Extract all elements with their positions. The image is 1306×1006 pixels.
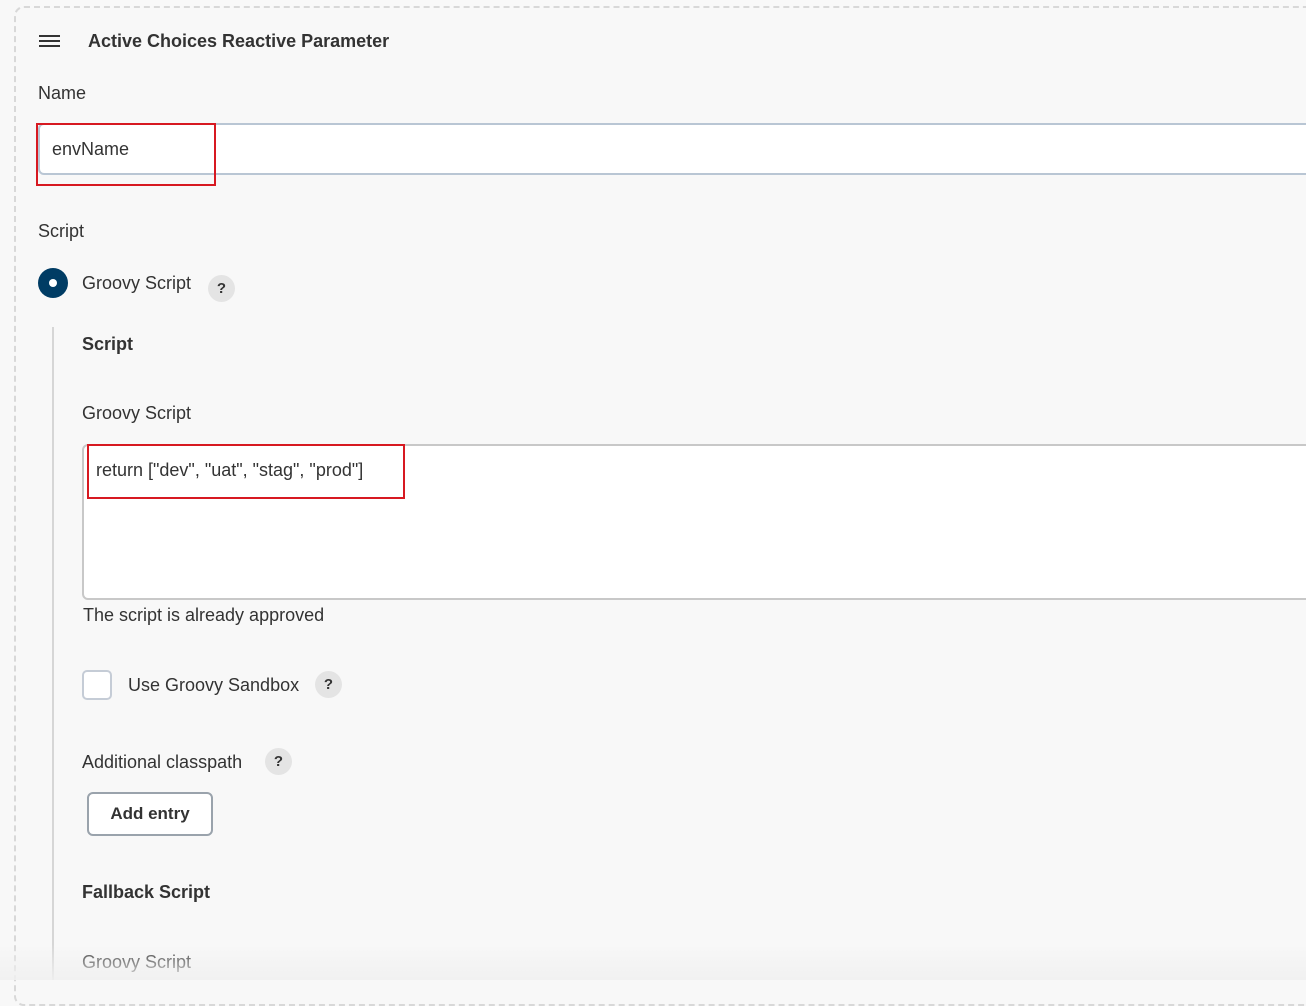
groovy-script-label: Groovy Script [82,403,192,423]
name-input[interactable] [38,123,1306,175]
groovy-sandbox-checkbox[interactable] [82,670,112,700]
groovy-script-option-label[interactable]: Groovy Script [82,273,191,294]
sandbox-help-icon[interactable]: ? [315,671,342,698]
groovy-script-textarea[interactable]: return ["dev", "uat", "stag", "prod"] [82,444,1306,600]
fallback-script-heading: Fallback Script [82,882,211,902]
groovy-script-radio[interactable] [38,268,68,298]
approval-status-text: The script is already approved [83,605,325,625]
add-entry-button[interactable]: Add entry [87,792,213,836]
nested-section-divider [52,327,54,980]
groovy-sandbox-label[interactable]: Use Groovy Sandbox [128,675,299,696]
parameter-title: Active Choices Reactive Parameter [88,31,390,51]
script-heading: Script [82,334,134,354]
groovy-script-help-icon[interactable]: ? [208,275,235,302]
fallback-groovy-script-label: Groovy Script [82,952,192,972]
additional-classpath-label: Additional classpath [82,752,243,772]
script-label: Script [38,221,85,241]
drag-handle-icon[interactable] [39,35,60,47]
name-label: Name [38,83,87,103]
classpath-help-icon[interactable]: ? [265,748,292,775]
